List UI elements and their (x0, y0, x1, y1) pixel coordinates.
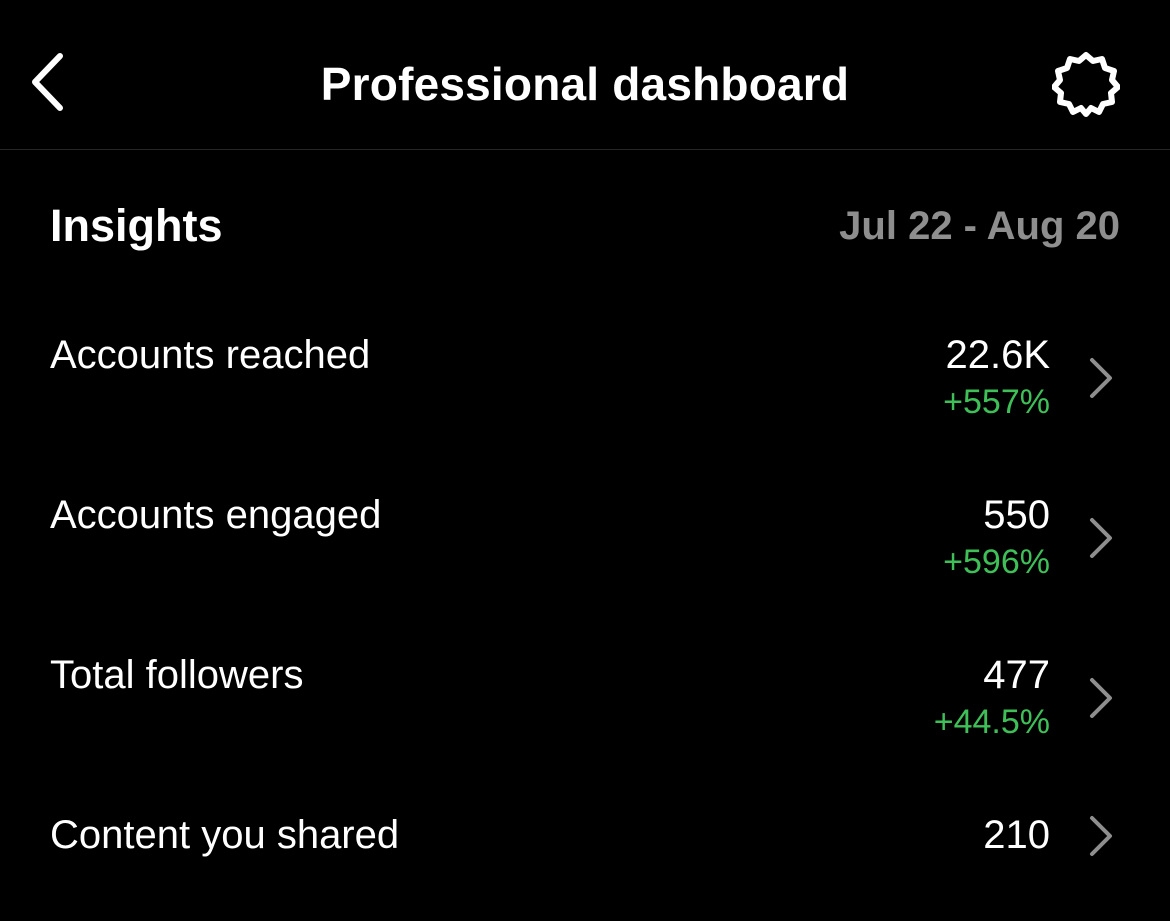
row-value: 550 (983, 493, 1050, 537)
page-title: Professional dashboard (320, 58, 850, 110)
insight-row-accounts-engaged[interactable]: Accounts engaged 550 +596% (0, 488, 1170, 628)
chevron-right-icon (1084, 514, 1118, 562)
row-value: 22.6K (945, 333, 1050, 377)
insight-row-accounts-reached[interactable]: Accounts reached 22.6K +557% (0, 328, 1170, 468)
date-range[interactable]: Jul 22 - Aug 20 (839, 196, 1120, 256)
gear-icon (1052, 52, 1120, 117)
row-value: 210 (983, 813, 1050, 857)
insight-row-content-shared[interactable]: Content you shared 210 (0, 808, 1170, 878)
chevron-right-icon (1084, 812, 1118, 860)
row-value: 477 (983, 653, 1050, 697)
chevron-right-icon (1084, 354, 1118, 402)
section-title: Insights (50, 200, 223, 251)
settings-button[interactable] (1048, 48, 1124, 120)
row-change: +44.5% (933, 703, 1050, 741)
row-label: Accounts reached (50, 333, 371, 377)
row-label: Total followers (50, 653, 304, 697)
insight-row-total-followers[interactable]: Total followers 477 +44.5% (0, 648, 1170, 788)
insights-header: Insights Jul 22 - Aug 20 (0, 196, 1170, 256)
row-label: Content you shared (50, 813, 400, 857)
row-change: +557% (943, 383, 1050, 421)
chevron-right-icon (1084, 674, 1118, 722)
row-change: +596% (943, 543, 1050, 581)
row-label: Accounts engaged (50, 493, 382, 537)
top-bar: Professional dashboard (0, 0, 1170, 150)
